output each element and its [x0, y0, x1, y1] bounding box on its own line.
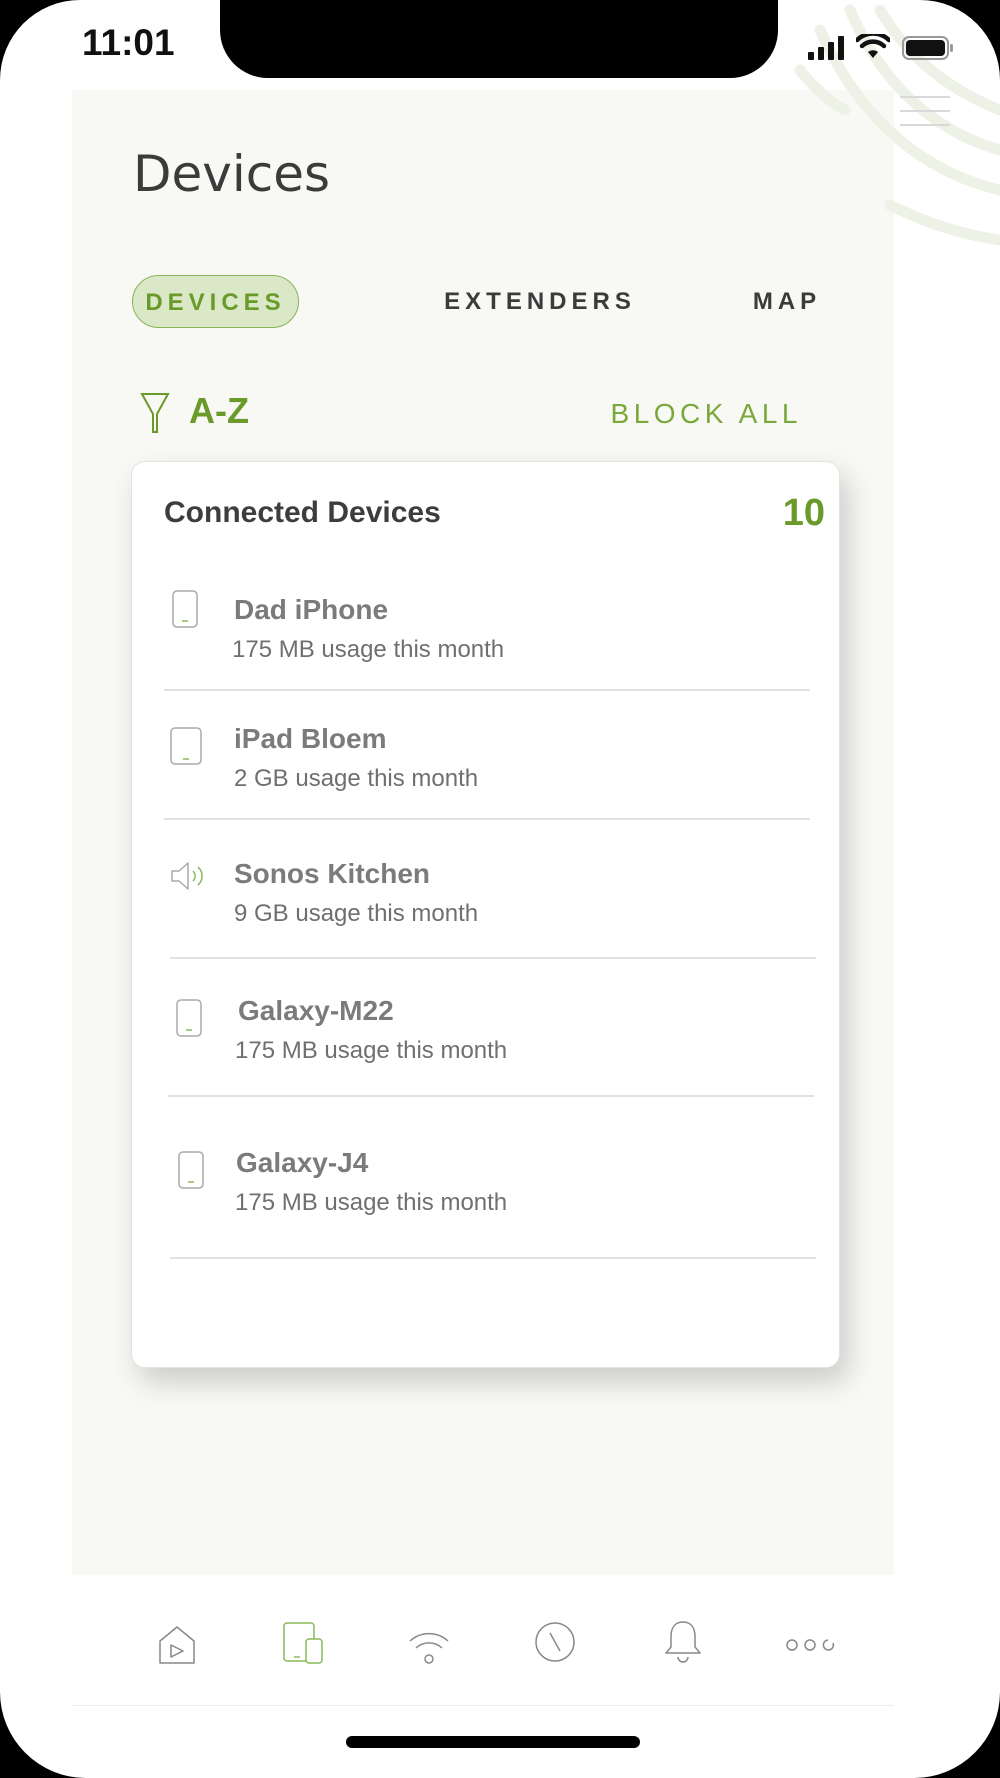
wifi-status-icon: [856, 34, 890, 58]
phone-icon: [172, 590, 198, 628]
tab-extenders[interactable]: EXTENDERS: [440, 275, 640, 328]
device-name: Sonos Kitchen: [234, 858, 431, 889]
tablet-icon: [170, 727, 202, 765]
device-row[interactable]: Sonos Kitchen 9 GB usage this month: [170, 820, 816, 959]
sort-az-button[interactable]: A-Z: [189, 390, 249, 432]
device-row[interactable]: iPad Bloem 2 GB usage this month: [164, 691, 810, 820]
home-indicator[interactable]: [346, 1736, 640, 1748]
page-title: Devices: [133, 145, 331, 203]
phone-icon: [176, 999, 202, 1037]
more-icon[interactable]: [786, 1637, 836, 1653]
filter-icon[interactable]: [140, 392, 170, 434]
device-row[interactable]: Dad iPhone 175 MB usage this month: [164, 562, 810, 691]
nav-divider: [72, 1705, 894, 1706]
home-icon[interactable]: [158, 1625, 196, 1665]
device-name: Galaxy-M22: [238, 995, 394, 1026]
battery-icon: [902, 36, 953, 60]
device-count: 10: [782, 492, 825, 534]
devices-icon[interactable]: [282, 1621, 324, 1665]
block-all-button[interactable]: BLOCK ALL: [611, 398, 802, 430]
tab-bar: DEVICES EXTENDERS MAP: [132, 275, 832, 328]
tab-map[interactable]: MAP: [742, 275, 832, 328]
filter-row: A-Z BLOCK ALL: [140, 388, 820, 438]
device-usage: 9 GB usage this month: [234, 900, 479, 927]
wifi-icon[interactable]: [408, 1629, 450, 1665]
device-usage: 175 MB usage this month: [232, 636, 505, 663]
device-usage: 2 GB usage this month: [234, 765, 479, 792]
phone-screen: 11:01 Devices DEVICES EXTENDERS MAP A-Z …: [0, 0, 1000, 1778]
device-usage: 175 MB usage this month: [235, 1037, 508, 1064]
hamburger-menu-icon[interactable]: [900, 96, 950, 130]
bell-icon[interactable]: [664, 1619, 702, 1663]
status-icons: [808, 34, 954, 60]
clock-icon[interactable]: [534, 1621, 576, 1663]
status-time: 11:01: [82, 22, 175, 63]
device-name: iPad Bloem: [234, 723, 387, 754]
device-row[interactable]: Galaxy-J4 175 MB usage this month: [170, 1097, 816, 1259]
speaker-icon: [171, 862, 203, 890]
device-row[interactable]: Galaxy-M22 175 MB usage this month: [168, 959, 814, 1097]
card-title: Connected Devices: [164, 496, 441, 529]
tab-devices[interactable]: DEVICES: [132, 275, 299, 328]
device-name: Galaxy-J4: [236, 1147, 369, 1178]
device-usage: 175 MB usage this month: [235, 1189, 508, 1216]
device-notch: [220, 0, 778, 78]
bottom-navigation: [140, 1621, 860, 1679]
signal-icon: [808, 36, 844, 60]
connected-devices-card: Connected Devices 10 Dad iPhone 175 MB u…: [131, 461, 840, 1368]
device-name: Dad iPhone: [234, 594, 389, 625]
phone-icon: [178, 1151, 204, 1189]
